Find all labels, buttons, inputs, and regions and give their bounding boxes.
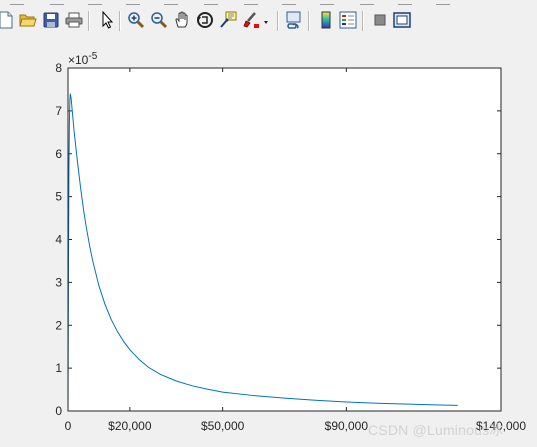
zoom-out-icon <box>150 11 168 29</box>
zoom-in-button[interactable] <box>126 9 146 31</box>
insert-legend-button[interactable] <box>338 9 358 31</box>
hide-plot-tools-icon <box>372 12 388 28</box>
save-figure-button[interactable] <box>41 9 61 31</box>
save-figure-icon <box>43 12 59 28</box>
insert-legend-icon <box>339 11 357 29</box>
x-tick-label: 0 <box>65 419 72 433</box>
new-figure-button[interactable] <box>0 9 16 31</box>
y-tick-label: 1 <box>55 361 62 375</box>
y-tick-label: 3 <box>55 275 62 289</box>
pan-icon <box>173 11 191 29</box>
brush-icon <box>243 11 269 29</box>
x-tick-label: $50,000 <box>201 419 245 433</box>
toolbar-separator <box>119 11 121 31</box>
pan-button[interactable] <box>172 9 192 31</box>
link-plot-button[interactable] <box>284 9 304 31</box>
y-tick-label: 7 <box>55 104 62 118</box>
zoom-in-icon <box>127 11 145 29</box>
rotate-3d-button[interactable] <box>195 9 215 31</box>
open-file-button[interactable] <box>18 9 38 31</box>
link-plot-icon <box>285 11 303 29</box>
edit-plot-icon <box>100 11 114 29</box>
toolbar-separator <box>88 11 90 31</box>
toolbar-separator <box>362 11 364 31</box>
toolbar-separator <box>308 11 310 31</box>
plot-area <box>68 68 501 411</box>
y-tick-label: 5 <box>55 190 62 204</box>
data-cursor-icon <box>219 11 237 29</box>
y-tick-label: 6 <box>55 147 62 161</box>
show-plot-tools-icon <box>393 12 411 28</box>
y-tick-label: 2 <box>55 318 62 332</box>
print-figure-icon <box>65 12 83 28</box>
brush-button[interactable] <box>242 9 270 31</box>
toolbar-separator <box>277 11 279 31</box>
insert-colorbar-icon <box>319 11 333 29</box>
figure-canvas: 012345678 0 $20,000 $50,000 $90,000 $140,000… <box>0 40 537 447</box>
zoom-out-button[interactable] <box>149 9 169 31</box>
new-figure-icon <box>0 11 14 29</box>
y-tick-label: 4 <box>55 233 62 247</box>
y-tick-label: 0 <box>55 404 62 418</box>
hide-plot-tools-button[interactable] <box>370 9 390 31</box>
watermark: CSDN @Luminous冰 <box>368 422 504 438</box>
y-tick-label: 8 <box>55 61 62 75</box>
y-exponent-label: ×10-5 <box>68 51 98 67</box>
x-tick-label: $90,000 <box>325 419 369 433</box>
insert-colorbar-button[interactable] <box>316 9 336 31</box>
data-cursor-button[interactable] <box>218 9 238 31</box>
open-file-icon <box>19 12 37 28</box>
figure-toolbar <box>0 0 537 40</box>
print-figure-button[interactable] <box>64 9 84 31</box>
show-plot-tools-button[interactable] <box>392 9 412 31</box>
rotate-3d-icon <box>196 11 214 29</box>
menu-bar-remnant <box>0 0 537 8</box>
x-tick-label: $20,000 <box>108 419 152 433</box>
edit-plot-button[interactable] <box>97 9 117 31</box>
line-chart[interactable]: 012345678 0 $20,000 $50,000 $90,000 $140,000… <box>0 40 537 447</box>
